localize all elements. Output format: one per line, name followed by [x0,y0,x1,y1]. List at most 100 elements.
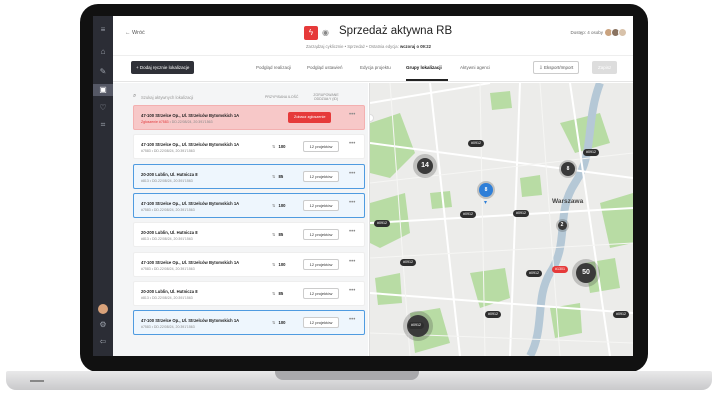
eye-icon[interactable]: ◉ [322,28,329,37]
tab-edycja-projektu[interactable]: Edycja projektu [360,65,391,70]
back-button[interactable]: ← Wróć [125,30,145,36]
map-pin-icon: ▾ [484,200,488,206]
quantity-number: 85 [278,232,284,238]
briefcase-icon[interactable]: ▣ [93,84,113,96]
map-canvas[interactable] [370,83,633,356]
more-options-icon[interactable]: ••• [349,317,355,323]
sidebar: ≡ ⌂ ✎ ▣ ♡ ⌗ ⚙ ⇦ [93,16,113,356]
quantity-value: ⇅ 100 [272,144,286,149]
location-id-date: #7583 • DD.22/08/24, 20:391'1563 [141,207,195,212]
add-location-button[interactable]: + Dodaj ręcznie lokalizacje [131,61,195,74]
location-id-date: #813 • DD.22/08/24, 20:391'1563 [141,237,193,242]
more-options-icon[interactable]: ••• [349,171,355,177]
list-item[interactable]: 20-200 Lublin, Ul. Hutnicza 8 #813 • DD.2… [133,163,365,189]
map-cluster[interactable]: 8 [561,162,575,176]
location-list-panel: ⌕ Szukaj aktywnych lokalizacji PRZYPISAN… [113,83,368,356]
column-quantity: PRZYPISANA ILOŚĆ [265,95,299,99]
page-header: ← Wróć ϟ ◉ Sprzedaż aktywna RB Zarządzaj… [113,16,633,56]
search-icon: ⌕ [133,93,137,99]
quantity-number: 100 [278,202,286,208]
map-cluster[interactable]: 2 [557,220,567,230]
qr-icon[interactable]: ⌗ [93,119,113,131]
map-cluster[interactable]: 8 [479,183,493,197]
more-options-icon[interactable]: ••• [349,288,355,294]
more-options-icon[interactable]: ••• [349,200,355,206]
map-location-marker[interactable]: #0912 [460,211,476,218]
location-id-date: #813 • DD.22/08/24, 20:391'1563 [141,178,193,183]
map-location-marker[interactable]: #1301 [552,266,568,273]
more-options-icon[interactable]: ••• [349,229,355,235]
map-location-marker[interactable]: #0912 [485,311,501,318]
breadcrumb: Zarządzaj cyklicznie • Sprzedaż • Ostatn… [306,44,431,49]
map-cluster[interactable]: 14 [417,158,433,174]
map-cluster[interactable]: 50 [576,263,596,283]
tab-podglad-realizacji[interactable]: Podgląd realizacji [256,65,291,70]
map-location-marker[interactable]: #0912 [374,220,390,227]
list-item[interactable]: 47-100 Strzelce Op., Ul. Strzelców Bytom… [133,310,365,336]
tab-podglad-ustawien[interactable]: Podgląd ustawień [307,65,343,70]
list-item[interactable]: 47-100 Strzelce Op., Ul. Strzelców Bytom… [133,251,365,277]
list-item[interactable]: 20-200 Lublin, Ul. Hutnicza 8 #813 • DD.2… [133,280,365,306]
projects-dropdown[interactable]: 12 projektów [303,229,339,241]
quantity-number: 100 [278,320,286,326]
more-options-icon[interactable]: ••• [349,141,355,147]
map-location-marker[interactable]: #0912 [613,311,629,318]
more-options-icon[interactable]: ••• [349,259,355,265]
list-item[interactable]: 47-100 Strzelce Op., Ul. Strzelców Bytom… [133,105,365,130]
map-location-marker[interactable]: #0912 [583,149,599,156]
map-location-marker[interactable]: #0912 [526,270,542,277]
breadcrumb-edit-time: wczoraj o 09:22 [399,44,431,49]
location-id-date: • DD.22/08/24, 20:391'1563 [168,120,213,124]
search-input[interactable]: Szukaj aktywnych lokalizacji [141,95,193,100]
location-id-date: #7583 • DD.22/08/24, 20:391'1563 [141,149,195,154]
map-location-marker[interactable]: #0912 [513,210,529,217]
projects-dropdown[interactable]: 12 projektów [303,258,339,270]
quantity-number: 100 [278,261,286,267]
list-item[interactable]: 47-100 Strzelce Op., Ul. Strzelców Bytom… [133,134,365,160]
quantity-number: 85 [278,173,284,179]
page-title: Sprzedaż aktywna RB [339,25,453,37]
location-id-date: #813 • DD.22/08/24, 20:391'1563 [141,295,193,300]
laptop-base-mark [30,380,44,382]
user-avatar-3[interactable] [618,28,627,37]
pen-icon[interactable]: ✎ [93,66,113,78]
projects-dropdown[interactable]: 12 projektów [303,141,339,153]
location-address: 47-100 Strzelce Op., Ul. Strzelców Bytom… [141,142,240,148]
location-address: 20-200 Lublin, Ul. Hutnicza 8 [141,288,198,294]
location-address: 47-100 Strzelce Op., Ul. Strzelców Bytom… [141,318,240,324]
tab-aktywni-agenci[interactable]: Aktywni agenci [460,65,490,70]
export-import-button[interactable]: ⇩ Eksport/Import [533,61,580,74]
list-item[interactable]: 20-200 Lublin, Ul. Hutnicza 8 #813 • DD.2… [133,222,365,248]
location-address: 47-100 Strzelce Op., Ul. Strzelców Bytom… [141,200,240,206]
home-icon[interactable]: ⌂ [93,46,113,58]
list-item[interactable]: 47-100 Strzelce Op., Ul. Strzelców Bytom… [133,192,365,218]
laptop-frame: ≡ ⌂ ✎ ▣ ♡ ⌗ ⚙ ⇦ ← Wróć ϟ ◉ Sprzedaż akty… [0,0,720,394]
quantity-value: ⇅ 100 [272,320,286,325]
heart-icon[interactable]: ♡ [93,102,113,114]
projects-dropdown[interactable]: 12 projektów [303,317,339,329]
app-logo-icon: ϟ [304,26,318,40]
user-avatar[interactable] [98,304,108,314]
settings-icon[interactable]: ⚙ [93,319,113,331]
tab-grupy-lokalizacji[interactable]: Grupy lokalizacji [406,65,442,70]
projects-dropdown[interactable]: 12 projektów [303,170,339,182]
view-ticket-button[interactable]: Zobacz zgłoszenie [288,112,332,123]
quantity-icon: ⇅ [272,261,276,267]
location-meta: #813 • DD.22/08/24, 20:391'1563 [141,296,193,300]
map-location-marker[interactable]: #0912 [408,322,424,329]
quantity-icon: ⇅ [272,173,276,179]
more-options-icon[interactable]: ••• [349,112,355,118]
toolbar: + Dodaj ręcznie lokalizacje Podgląd real… [113,56,633,82]
save-button[interactable]: Zapisz [592,61,618,74]
quantity-number: 100 [278,144,286,150]
location-id-date: #7583 • DD.22/08/24, 20:391'1563 [141,325,195,330]
map-view[interactable]: 148825048#0912#0912#0912#0912#0912#1301#… [370,83,633,356]
logout-icon[interactable]: ⇦ [93,336,113,348]
menu-icon[interactable]: ≡ [93,24,113,36]
quantity-icon: ⇅ [272,290,276,296]
map-location-marker[interactable]: #0912 [400,259,416,266]
location-address: 20-200 Lublin, Ul. Hutnicza 8 [141,230,198,236]
map-location-marker[interactable]: #0912 [468,140,484,147]
projects-dropdown[interactable]: 12 projektów [303,199,339,211]
projects-dropdown[interactable]: 12 projektów [303,287,339,299]
